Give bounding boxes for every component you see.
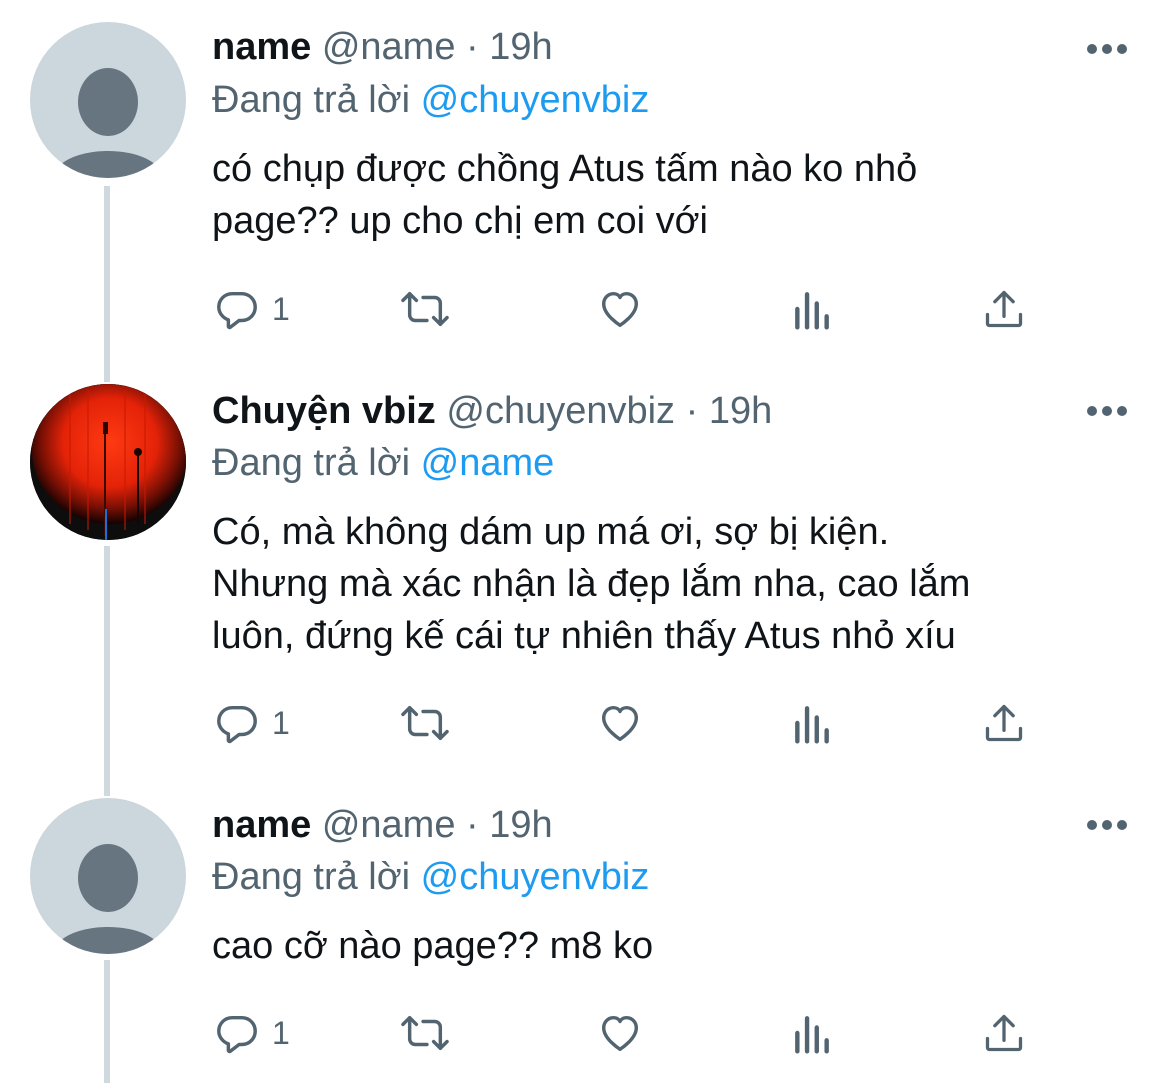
reply-icon — [217, 705, 257, 744]
tweet-text: có chụp được chồng Atus tấm nào ko nhỏ p… — [212, 143, 1112, 247]
tweet[interactable]: name @name · 19h Đang trả lời @chuyenvbi… — [0, 790, 1170, 1083]
tweet-text: cao cỡ nào page?? m8 ko — [212, 920, 1112, 972]
like-button[interactable] — [596, 284, 644, 334]
separator-dot: · — [466, 804, 479, 846]
reply-count: 1 — [272, 704, 290, 741]
share-icon — [985, 704, 1023, 742]
share-icon — [985, 290, 1023, 328]
tweet-actions: 1 — [212, 698, 1112, 748]
tweet-text-line: Nhưng mà xác nhận là đẹp lắm nha, cao lắ… — [212, 563, 971, 605]
retweet-icon — [401, 1015, 449, 1051]
tweet-header: name @name · 19h — [212, 24, 553, 70]
timestamp[interactable]: 19h — [489, 26, 552, 68]
user-handle[interactable]: @chuyenvbiz — [446, 390, 675, 432]
like-button[interactable] — [596, 698, 644, 748]
tweet-text-line: cao cỡ nào page?? m8 ko — [212, 925, 654, 967]
like-icon — [601, 1015, 639, 1052]
analytics-icon — [795, 1016, 829, 1054]
avatar[interactable] — [30, 798, 186, 954]
replying-to: Đang trả lời @name — [212, 440, 554, 486]
display-name[interactable]: name — [212, 804, 311, 846]
retweet-button[interactable] — [400, 1008, 450, 1058]
tweet-text-line: có chụp được chồng Atus tấm nào ko nhỏ — [212, 148, 918, 190]
default-avatar-icon — [52, 68, 164, 178]
like-icon — [601, 291, 639, 328]
analytics-button[interactable] — [790, 1008, 834, 1058]
separator-dot: · — [685, 390, 699, 432]
analytics-icon — [795, 292, 829, 330]
replying-to-label: Đang trả lời — [212, 442, 411, 484]
tweet-text-line: Có, mà không dám up má ơi, sợ bị kiện. — [212, 511, 890, 553]
avatar[interactable] — [30, 384, 186, 540]
like-button[interactable] — [596, 1008, 644, 1058]
analytics-icon — [795, 706, 829, 744]
separator-dot: · — [466, 26, 479, 68]
reply-button[interactable]: 1 — [214, 698, 290, 748]
tweet-actions: 1 — [212, 284, 1112, 334]
share-button[interactable] — [982, 284, 1026, 334]
tweet-header: name @name · 19h — [212, 802, 553, 848]
tweet[interactable]: name @name · 19h Đang trả lời @chuyenvbi… — [0, 0, 1170, 370]
tweet-text-line: luôn, đứng kế cái tự nhiên thấy Atus nhỏ… — [212, 615, 956, 657]
share-button[interactable] — [982, 1008, 1026, 1058]
reply-icon — [217, 1015, 257, 1054]
mention-link[interactable]: @name — [421, 442, 555, 484]
reply-button[interactable]: 1 — [214, 284, 290, 334]
mention-link[interactable]: @chuyenvbiz — [421, 79, 650, 121]
replying-to: Đang trả lời @chuyenvbiz — [212, 77, 649, 123]
more-icon[interactable] — [1086, 404, 1128, 418]
reply-icon — [217, 291, 257, 330]
default-avatar-icon — [52, 844, 164, 954]
share-button[interactable] — [982, 698, 1026, 748]
like-icon — [601, 705, 639, 742]
replying-to-label: Đang trả lời — [212, 856, 411, 898]
user-handle[interactable]: @name — [322, 804, 456, 846]
analytics-button[interactable] — [790, 698, 834, 748]
timestamp[interactable]: 19h — [709, 390, 772, 432]
reply-count: 1 — [272, 1014, 290, 1051]
retweet-button[interactable] — [400, 698, 450, 748]
replying-to: Đang trả lời @chuyenvbiz — [212, 854, 649, 900]
mention-link[interactable]: @chuyenvbiz — [421, 856, 650, 898]
tweet-actions: 1 — [212, 1008, 1112, 1058]
reply-button[interactable]: 1 — [214, 1008, 290, 1058]
timestamp[interactable]: 19h — [489, 804, 552, 846]
retweet-button[interactable] — [400, 284, 450, 334]
avatar[interactable] — [30, 22, 186, 178]
tweet-text-line: page?? up cho chị em coi với — [212, 200, 708, 242]
retweet-icon — [401, 291, 449, 327]
tweet-text: Có, mà không dám up má ơi, sợ bị kiện. N… — [212, 506, 1112, 662]
tweet-header: Chuyện vbiz @chuyenvbiz · 19h — [212, 388, 772, 434]
more-icon[interactable] — [1086, 818, 1128, 832]
retweet-icon — [401, 705, 449, 741]
share-icon — [985, 1014, 1023, 1052]
stage-photo-avatar-icon — [30, 384, 186, 540]
tweet[interactable]: Chuyện vbiz @chuyenvbiz · 19h Đang trả l… — [0, 370, 1170, 790]
display-name[interactable]: Chuyện vbiz — [212, 390, 436, 432]
user-handle[interactable]: @name — [322, 26, 456, 68]
analytics-button[interactable] — [790, 284, 834, 334]
display-name[interactable]: name — [212, 26, 311, 68]
reply-count: 1 — [272, 290, 290, 327]
replying-to-label: Đang trả lời — [212, 79, 411, 121]
more-icon[interactable] — [1086, 42, 1128, 56]
